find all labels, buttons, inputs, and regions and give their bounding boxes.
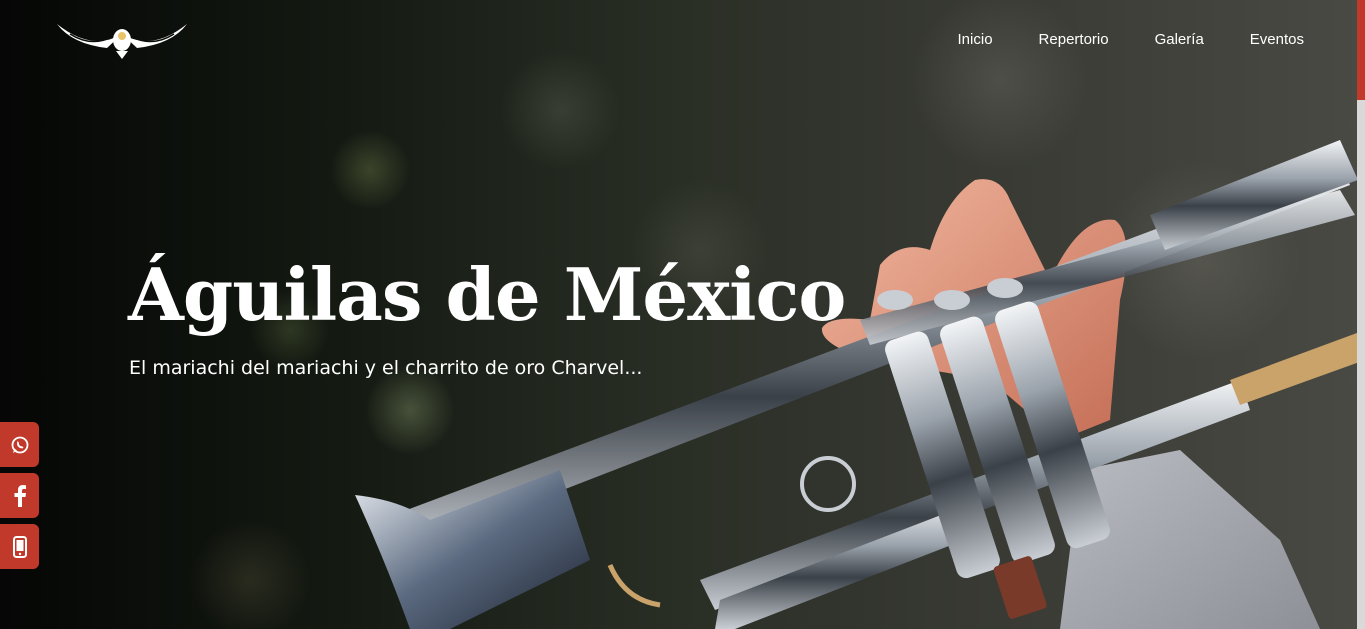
nav-item-inicio[interactable]: Inicio [958,30,993,50]
nav-item-repertorio[interactable]: Repertorio [1039,30,1109,50]
nav-item-eventos[interactable]: Eventos [1250,30,1304,50]
whatsapp-button[interactable] [0,422,39,467]
nav-item-galeria[interactable]: Galería [1155,30,1204,50]
eagle-logo[interactable] [52,22,192,60]
page-scrollbar[interactable] [1357,0,1365,629]
hero-section: Inicio Repertorio Galería Eventos Águila… [0,0,1365,629]
main-nav: Inicio Repertorio Galería Eventos [958,30,1304,50]
phone-icon [12,535,27,558]
phone-button[interactable] [0,524,39,569]
facebook-button[interactable] [0,473,39,518]
hero-subtitle: El mariachi del mariachi y el charrito d… [129,357,643,379]
page-title: Águilas de México [128,252,846,337]
facebook-icon [14,484,26,507]
eagle-wings-logo-icon [57,24,187,59]
scrollbar-thumb[interactable] [1357,0,1365,100]
social-sidebar [0,422,39,569]
whatsapp-icon [11,436,28,453]
